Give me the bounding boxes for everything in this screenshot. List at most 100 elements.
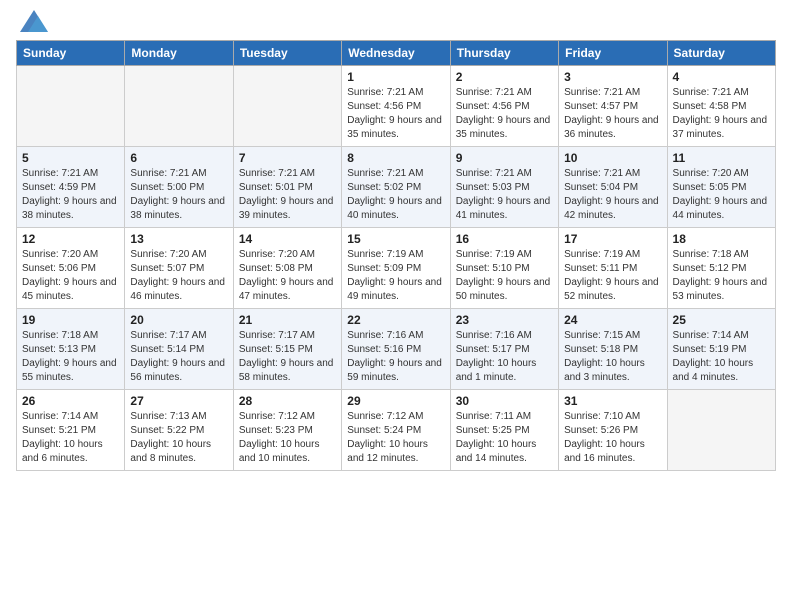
calendar-day-cell: 11 Sunrise: 7:20 AMSunset: 5:05 PMDayligh… [667,147,775,228]
day-number: 14 [239,232,336,246]
day-info: Sunrise: 7:12 AMSunset: 5:23 PMDaylight:… [239,410,336,466]
day-info: Sunrise: 7:20 AMSunset: 5:05 PMDaylight:… [673,167,770,223]
calendar-day-cell: 22 Sunrise: 7:16 AMSunset: 5:16 PMDayligh… [342,309,450,390]
day-info: Sunrise: 7:13 AMSunset: 5:22 PMDaylight:… [130,410,227,466]
calendar-day-cell: 2Sunrise: 7:21 AMSunset: 4:56 PMDaylight… [450,66,558,147]
calendar-day-cell: 25 Sunrise: 7:14 AMSunset: 5:19 PMDayligh… [667,309,775,390]
col-header-thursday: Thursday [450,41,558,66]
day-info: Sunrise: 7:21 AMSunset: 4:59 PMDaylight:… [22,167,119,223]
day-number: 31 [564,394,661,408]
calendar-day-cell: 3 Sunrise: 7:21 AMSunset: 4:57 PMDaylight… [559,66,667,147]
day-info: Sunrise: 7:15 AMSunset: 5:18 PMDaylight:… [564,329,661,385]
day-number: 17 [564,232,661,246]
col-header-friday: Friday [559,41,667,66]
calendar-day-cell: 16 Sunrise: 7:19 AMSunset: 5:10 PMDayligh… [450,228,558,309]
calendar-day-cell: 4Sunrise: 7:21 AMSunset: 4:58 PMDaylight… [667,66,775,147]
day-number: 26 [22,394,119,408]
day-number: 7 [239,151,336,165]
calendar-day-cell [667,390,775,471]
day-number: 23 [456,313,553,327]
day-info: Sunrise: 7:20 AMSunset: 5:06 PMDaylight:… [22,248,119,304]
logo [16,10,48,32]
calendar-header-row: SundayMondayTuesdayWednesdayThursdayFrid… [17,41,776,66]
day-number: 25 [673,313,770,327]
calendar-day-cell: 21 Sunrise: 7:17 AMSunset: 5:15 PMDayligh… [233,309,341,390]
day-info: Sunrise: 7:21 AMSunset: 5:03 PMDaylight:… [456,167,553,223]
day-number: 2 [456,70,553,84]
day-info: Sunrise: 7:14 AMSunset: 5:19 PMDaylight:… [673,329,770,385]
day-info: Sunrise: 7:17 AMSunset: 5:15 PMDaylight:… [239,329,336,385]
day-number: 10 [564,151,661,165]
day-number: 30 [456,394,553,408]
day-info: Sunrise: 7:21 AMSunset: 5:00 PMDaylight:… [130,167,227,223]
day-number: 20 [130,313,227,327]
day-number: 5 [22,151,119,165]
day-info: Sunrise: 7:18 AMSunset: 5:12 PMDaylight:… [673,248,770,304]
calendar-day-cell: 30 Sunrise: 7:11 AMSunset: 5:25 PMDayligh… [450,390,558,471]
calendar-day-cell: 7 Sunrise: 7:21 AMSunset: 5:01 PMDaylight… [233,147,341,228]
calendar-day-cell: 5 Sunrise: 7:21 AMSunset: 4:59 PMDaylight… [17,147,125,228]
calendar-day-cell [233,66,341,147]
col-header-saturday: Saturday [667,41,775,66]
day-number: 22 [347,313,444,327]
day-info: Sunrise: 7:19 AMSunset: 5:09 PMDaylight:… [347,248,444,304]
col-header-tuesday: Tuesday [233,41,341,66]
day-info: Sunrise: 7:10 AMSunset: 5:26 PMDaylight:… [564,410,661,466]
calendar-day-cell: 10Sunrise: 7:21 AMSunset: 5:04 PMDayligh… [559,147,667,228]
day-number: 27 [130,394,227,408]
day-info: Sunrise: 7:17 AMSunset: 5:14 PMDaylight:… [130,329,227,385]
day-info: Sunrise: 7:11 AMSunset: 5:25 PMDaylight:… [456,410,553,466]
day-info: Sunrise: 7:20 AMSunset: 5:08 PMDaylight:… [239,248,336,304]
day-info: Sunrise: 7:14 AMSunset: 5:21 PMDaylight:… [22,410,119,466]
day-number: 4 [673,70,770,84]
calendar-day-cell: 17 Sunrise: 7:19 AMSunset: 5:11 PMDayligh… [559,228,667,309]
calendar-day-cell: 13 Sunrise: 7:20 AMSunset: 5:07 PMDayligh… [125,228,233,309]
day-number: 8 [347,151,444,165]
col-header-sunday: Sunday [17,41,125,66]
day-info: Sunrise: 7:21 AMSunset: 5:01 PMDaylight:… [239,167,336,223]
day-info: Sunrise: 7:21 AMSunset: 5:02 PMDaylight:… [347,167,444,223]
calendar-day-cell: 15 Sunrise: 7:19 AMSunset: 5:09 PMDayligh… [342,228,450,309]
day-number: 18 [673,232,770,246]
calendar-day-cell: 14 Sunrise: 7:20 AMSunset: 5:08 PMDayligh… [233,228,341,309]
calendar-day-cell: 6 Sunrise: 7:21 AMSunset: 5:00 PMDaylight… [125,147,233,228]
calendar-day-cell: 29Sunrise: 7:12 AMSunset: 5:24 PMDayligh… [342,390,450,471]
calendar-week-row: 12 Sunrise: 7:20 AMSunset: 5:06 PMDayligh… [17,228,776,309]
day-number: 24 [564,313,661,327]
day-number: 16 [456,232,553,246]
day-number: 29 [347,394,444,408]
day-info: Sunrise: 7:20 AMSunset: 5:07 PMDaylight:… [130,248,227,304]
day-info: Sunrise: 7:19 AMSunset: 5:11 PMDaylight:… [564,248,661,304]
day-number: 1 [347,70,444,84]
calendar-day-cell: 31 Sunrise: 7:10 AMSunset: 5:26 PMDayligh… [559,390,667,471]
day-info: Sunrise: 7:16 AMSunset: 5:16 PMDaylight:… [347,329,444,385]
calendar-table: SundayMondayTuesdayWednesdayThursdayFrid… [16,40,776,471]
calendar-day-cell: 12 Sunrise: 7:20 AMSunset: 5:06 PMDayligh… [17,228,125,309]
calendar-week-row: 5 Sunrise: 7:21 AMSunset: 4:59 PMDaylight… [17,147,776,228]
day-info: Sunrise: 7:21 AMSunset: 4:57 PMDaylight:… [564,86,661,142]
day-info: Sunrise: 7:16 AMSunset: 5:17 PMDaylight:… [456,329,553,385]
day-number: 12 [22,232,119,246]
calendar-day-cell [125,66,233,147]
logo-icon [20,10,48,32]
calendar-day-cell: 9 Sunrise: 7:21 AMSunset: 5:03 PMDaylight… [450,147,558,228]
day-number: 3 [564,70,661,84]
calendar-day-cell: 28Sunrise: 7:12 AMSunset: 5:23 PMDayligh… [233,390,341,471]
calendar-day-cell: 26 Sunrise: 7:14 AMSunset: 5:21 PMDayligh… [17,390,125,471]
day-info: Sunrise: 7:19 AMSunset: 5:10 PMDaylight:… [456,248,553,304]
day-number: 19 [22,313,119,327]
calendar-day-cell: 8 Sunrise: 7:21 AMSunset: 5:02 PMDaylight… [342,147,450,228]
calendar-week-row: 19Sunrise: 7:18 AMSunset: 5:13 PMDayligh… [17,309,776,390]
day-info: Sunrise: 7:21 AMSunset: 4:56 PMDaylight:… [347,86,444,142]
calendar-day-cell: 23 Sunrise: 7:16 AMSunset: 5:17 PMDayligh… [450,309,558,390]
day-number: 9 [456,151,553,165]
day-number: 13 [130,232,227,246]
day-number: 6 [130,151,227,165]
day-number: 15 [347,232,444,246]
day-number: 11 [673,151,770,165]
calendar-week-row: 1 Sunrise: 7:21 AMSunset: 4:56 PMDaylight… [17,66,776,147]
calendar-day-cell: 19Sunrise: 7:18 AMSunset: 5:13 PMDayligh… [17,309,125,390]
day-number: 21 [239,313,336,327]
col-header-monday: Monday [125,41,233,66]
calendar-week-row: 26 Sunrise: 7:14 AMSunset: 5:21 PMDayligh… [17,390,776,471]
